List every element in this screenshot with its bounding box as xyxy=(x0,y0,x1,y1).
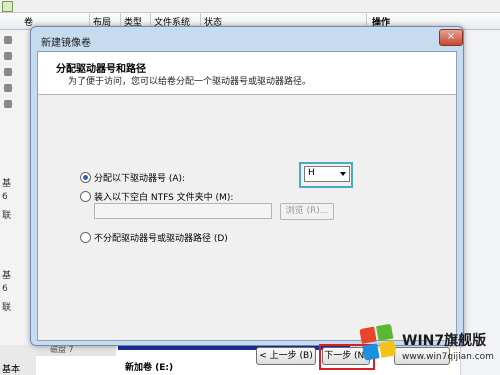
close-icon[interactable]: × xyxy=(439,29,463,46)
disk-info-text: 6 xyxy=(2,192,8,202)
dialog-title: 新建镜像卷 xyxy=(41,38,91,49)
chevron-down-icon xyxy=(340,172,346,176)
dialog-body: 分配驱动器号和路径 为了便于访问，您可以给卷分配一个驱动器号或驱动器路径。 分配… xyxy=(37,51,457,370)
windows-logo-icon xyxy=(359,323,398,362)
wizard-header: 分配驱动器号和路径 为了便于访问，您可以给卷分配一个驱动器号或驱动器路径。 xyxy=(38,52,456,95)
volume-icon xyxy=(4,100,12,108)
disk-info-text: 基 xyxy=(2,271,12,281)
back-button[interactable]: < 上一步 (B) xyxy=(256,347,316,365)
assign-drive-letter-radio[interactable] xyxy=(80,172,91,183)
watermark-url: www.win7qijian.com xyxy=(402,352,494,362)
toolbar xyxy=(0,0,500,13)
toolbar-icon[interactable] xyxy=(2,1,13,12)
watermark-brand: WIN7旗舰版 xyxy=(402,333,487,349)
disk-info-text: 基 xyxy=(2,179,12,189)
disk-info-text: 联 xyxy=(2,303,12,313)
watermark-logo: WIN7旗舰版 www.win7qijian.com xyxy=(340,320,500,375)
no-drive-letter-radio[interactable] xyxy=(80,232,91,243)
volume-icon xyxy=(4,68,12,76)
disk-info-text: 6 xyxy=(2,284,8,294)
mount-ntfs-folder-label[interactable]: 装入以下空白 NTFS 文件夹中 (M): xyxy=(94,190,233,203)
volume-icon xyxy=(4,52,12,60)
wizard-step-title: 分配驱动器号和路径 xyxy=(56,64,146,75)
disk-label: 基本 xyxy=(0,345,36,375)
assign-drive-letter-label[interactable]: 分配以下驱动器号 (A): xyxy=(94,171,185,184)
no-drive-letter-label[interactable]: 不分配驱动器号或驱动器路径 (D) xyxy=(94,231,228,244)
volume-icon xyxy=(4,36,12,44)
new-mirrored-volume-dialog: 新建镜像卷 × 分配驱动器号和路径 为了便于访问，您可以给卷分配一个驱动器号或驱… xyxy=(30,26,464,370)
folder-path-input[interactable] xyxy=(94,203,272,219)
disk-info-text: 联 xyxy=(2,211,12,221)
disk-type: 基本 xyxy=(2,365,21,375)
volume-icon xyxy=(4,84,12,92)
mount-ntfs-folder-radio[interactable] xyxy=(80,191,91,202)
wizard-step-subtitle: 为了便于访问，您可以给卷分配一个驱动器号或驱动器路径。 xyxy=(68,77,312,87)
drive-letter-value: H xyxy=(308,168,315,178)
volume-label[interactable]: 新加卷 (E:) xyxy=(125,360,173,373)
drive-letter-select[interactable]: H xyxy=(304,166,350,182)
browse-button[interactable]: 浏览 (R)... xyxy=(280,203,334,220)
